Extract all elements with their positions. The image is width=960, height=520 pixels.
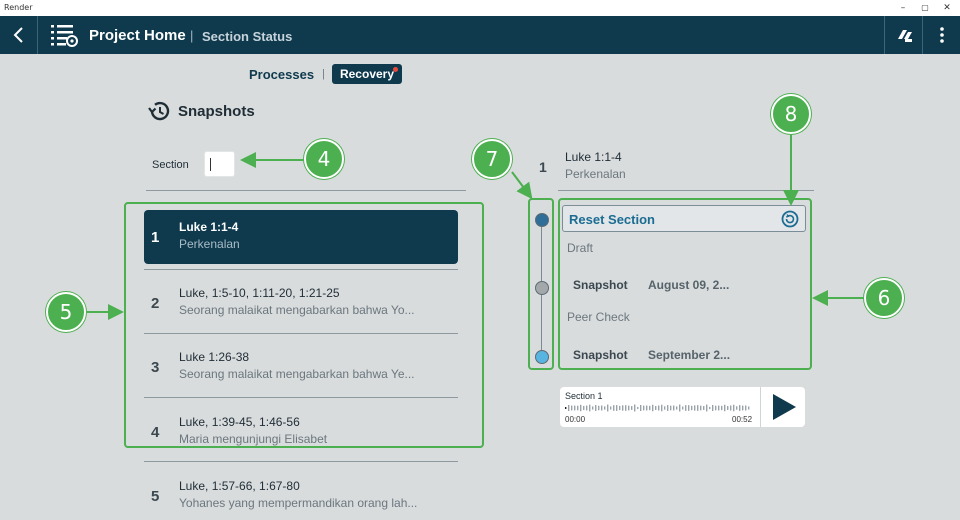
annotation-arrows (87, 135, 864, 320)
annotation-marker: 8 (771, 94, 811, 134)
annotation-marker: 6 (864, 278, 904, 318)
annotation-marker: 7 (472, 139, 512, 179)
annotation-marker: 4 (304, 139, 344, 179)
annotation-marker: 5 (46, 292, 86, 332)
